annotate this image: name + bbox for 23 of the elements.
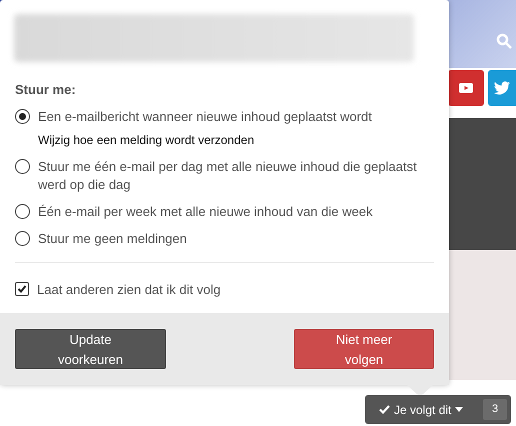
section-heading: Stuur me: xyxy=(15,81,77,99)
following-label: Je volgt dit xyxy=(394,402,452,418)
bird-icon xyxy=(494,81,510,95)
radio-button[interactable] xyxy=(15,108,30,124)
radio-button[interactable] xyxy=(15,158,30,174)
option-label[interactable]: Één e-mail per week met alle nieuwe inhoud van die week xyxy=(38,202,373,220)
update-button[interactable]: Update voorkeuren xyxy=(15,329,166,369)
radio-button[interactable] xyxy=(15,230,30,246)
unfollow-button[interactable]: Niet meer volgen xyxy=(294,329,434,369)
caret-icon xyxy=(455,407,464,412)
option-label[interactable]: Stuur me één e-mail per dag met alle nieuwe inhoud die geplaatst werd op die dag xyxy=(38,158,434,194)
checkbox-label[interactable]: Laat anderen zien dat ik dit volg xyxy=(37,280,221,299)
option-label[interactable]: Stuur me geen meldingen xyxy=(38,230,187,248)
radio-button[interactable] xyxy=(15,204,30,218)
option-label[interactable]: Een e-mailbericht wanneer nieuwe inhoud geplaatst wordt xyxy=(38,108,372,126)
bird-button[interactable] xyxy=(488,70,516,106)
follower-count: 3 xyxy=(483,399,507,420)
following-button[interactable]: Je volgt dit 3 xyxy=(365,395,511,424)
change-delivery-link[interactable]: Wijzig hoe een melding wordt verzonden xyxy=(38,130,372,148)
video-button[interactable] xyxy=(448,70,484,106)
play-icon xyxy=(459,83,473,93)
check-icon xyxy=(379,405,390,414)
checkbox[interactable] xyxy=(15,282,29,296)
